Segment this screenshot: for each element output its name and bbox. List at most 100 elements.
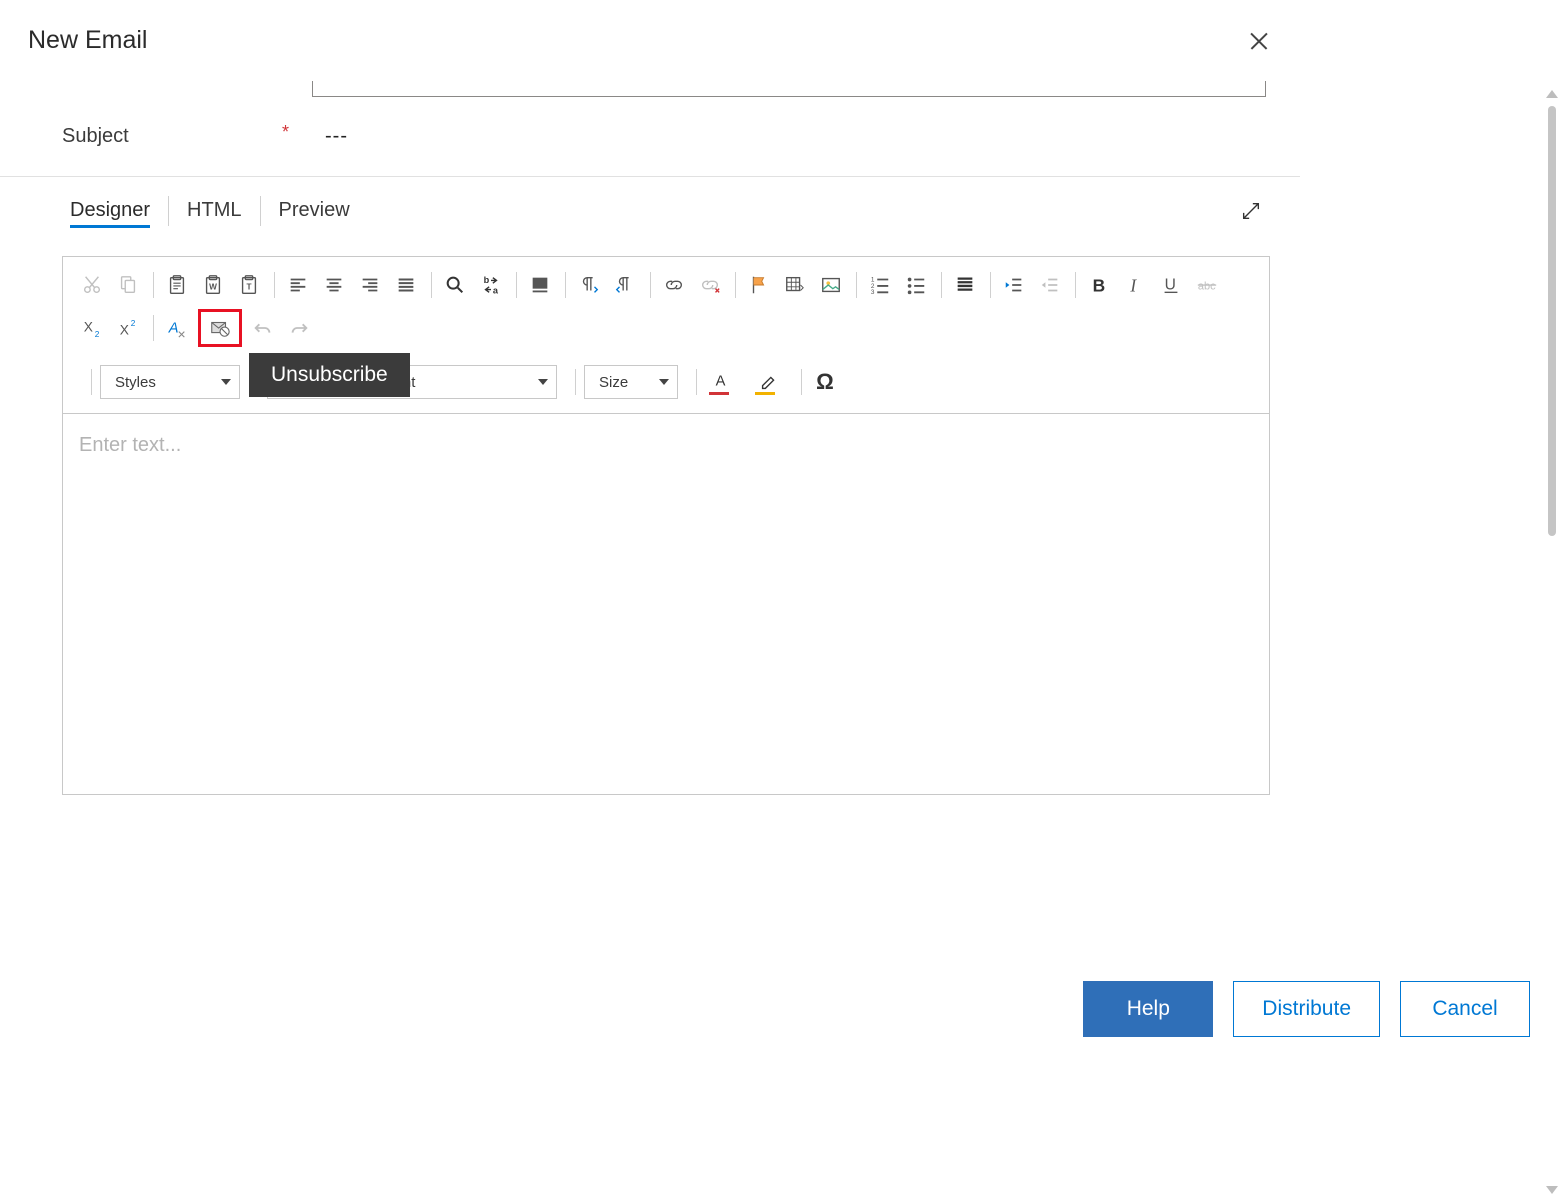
svg-text:abc: abc	[1198, 281, 1216, 293]
font-dropdown[interactable]: Font ont	[267, 365, 557, 399]
tab-html[interactable]: HTML	[187, 195, 241, 226]
undo-button[interactable]	[248, 313, 278, 343]
undo-icon	[252, 317, 274, 339]
svg-text:b: b	[484, 275, 490, 285]
link-button[interactable]	[659, 270, 689, 300]
copy-button[interactable]	[113, 270, 143, 300]
editor-content-area[interactable]: Enter text...	[63, 414, 1269, 794]
align-justify-button[interactable]	[391, 270, 421, 300]
text-direction-icon	[529, 274, 551, 296]
replace-button[interactable]: ba	[476, 270, 506, 300]
caret-down-icon	[221, 379, 231, 385]
scroll-up-arrow[interactable]	[1546, 90, 1558, 98]
svg-text:A: A	[168, 321, 179, 337]
superscript-button[interactable]: X2	[113, 313, 143, 343]
align-left-icon	[287, 274, 309, 296]
text-color-button[interactable]: A	[705, 367, 745, 397]
required-asterisk: *	[282, 122, 289, 143]
blockquote-icon	[954, 274, 976, 296]
strikethrough-button[interactable]: abc	[1192, 270, 1222, 300]
table-button[interactable]	[780, 270, 810, 300]
styles-dropdown[interactable]: Styles	[100, 365, 240, 399]
help-button[interactable]: Help	[1083, 981, 1213, 1037]
redo-button[interactable]	[284, 313, 314, 343]
caret-down-icon	[659, 379, 669, 385]
align-left-button[interactable]	[283, 270, 313, 300]
text-color-icon: A	[712, 371, 734, 393]
scroll-down-arrow[interactable]	[1546, 1186, 1558, 1194]
cut-button[interactable]	[77, 270, 107, 300]
blockquote-button[interactable]	[950, 270, 980, 300]
special-char-button[interactable]: Ω	[810, 367, 840, 397]
highlight-icon	[758, 371, 780, 393]
clipboard-word-icon: W	[202, 274, 224, 296]
unsubscribe-button[interactable]	[205, 313, 235, 343]
font-dropdown-label-partial: ont	[395, 374, 416, 391]
underline-icon: U	[1160, 274, 1182, 296]
search-icon	[444, 274, 466, 296]
vertical-scrollbar[interactable]	[1546, 90, 1558, 810]
replace-icon: ba	[480, 274, 502, 296]
text-direction-button[interactable]	[525, 270, 555, 300]
scroll-thumb[interactable]	[1548, 106, 1556, 536]
subscript-icon: X2	[81, 317, 103, 339]
expand-editor-button[interactable]	[1240, 200, 1262, 222]
highlight-color-button[interactable]	[751, 367, 791, 397]
outdent-icon	[1039, 274, 1061, 296]
tab-designer[interactable]: Designer	[70, 195, 150, 226]
new-email-dialog: New Email Subject * --- Designer HTML Pr…	[0, 0, 1300, 795]
image-button[interactable]	[816, 270, 846, 300]
table-icon	[784, 274, 806, 296]
unsubscribe-icon	[209, 317, 231, 339]
toolbar-row-1: W T ba	[77, 267, 1255, 303]
svg-text:2: 2	[95, 330, 100, 339]
editor-tabs: Designer HTML Preview	[0, 177, 1300, 226]
numbered-list-button[interactable]: 123	[865, 270, 895, 300]
remove-format-button[interactable]: A	[162, 313, 192, 343]
find-button[interactable]	[440, 270, 470, 300]
paste-from-word-button[interactable]: W	[198, 270, 228, 300]
align-right-button[interactable]	[355, 270, 385, 300]
indent-icon	[1003, 274, 1025, 296]
previous-field-bottom[interactable]	[312, 81, 1266, 97]
svg-text:W: W	[209, 283, 217, 292]
paste-button[interactable]	[162, 270, 192, 300]
ol-icon: 123	[869, 274, 891, 296]
svg-text:X: X	[84, 320, 93, 335]
size-dropdown[interactable]: Size	[584, 365, 678, 399]
bold-button[interactable]: B	[1084, 270, 1114, 300]
subject-value[interactable]: ---	[325, 125, 348, 148]
svg-text:3: 3	[871, 289, 875, 296]
dialog-title: New Email	[28, 26, 147, 55]
tab-active-underline	[70, 225, 150, 228]
dialog-header: New Email	[0, 0, 1300, 81]
align-center-button[interactable]	[319, 270, 349, 300]
tab-preview[interactable]: Preview	[279, 195, 350, 226]
bullet-list-button[interactable]	[901, 270, 931, 300]
styles-dropdown-label: Styles	[115, 374, 156, 391]
copy-icon	[117, 274, 139, 296]
close-button[interactable]	[1248, 30, 1270, 52]
dialog-footer: Help Distribute Cancel	[1083, 981, 1530, 1037]
tab-separator	[260, 196, 261, 226]
subscript-button[interactable]: X2	[77, 313, 107, 343]
text-color-swatch	[709, 392, 729, 395]
superscript-icon: X2	[117, 317, 139, 339]
subject-label: Subject	[62, 125, 282, 148]
cancel-button[interactable]: Cancel	[1400, 981, 1530, 1037]
distribute-button[interactable]: Distribute	[1233, 981, 1380, 1037]
rtl-button[interactable]	[610, 270, 640, 300]
italic-button[interactable]: I	[1120, 270, 1150, 300]
caret-down-icon	[538, 379, 548, 385]
outdent-button[interactable]	[1035, 270, 1065, 300]
paste-plain-text-button[interactable]: T	[234, 270, 264, 300]
rtl-icon	[614, 274, 636, 296]
underline-button[interactable]: U	[1156, 270, 1186, 300]
unlink-button[interactable]	[695, 270, 725, 300]
rich-text-editor: W T ba	[62, 256, 1270, 795]
align-justify-icon	[395, 274, 417, 296]
ltr-button[interactable]	[574, 270, 604, 300]
anchor-button[interactable]	[744, 270, 774, 300]
size-dropdown-label: Size	[599, 374, 628, 391]
indent-button[interactable]	[999, 270, 1029, 300]
